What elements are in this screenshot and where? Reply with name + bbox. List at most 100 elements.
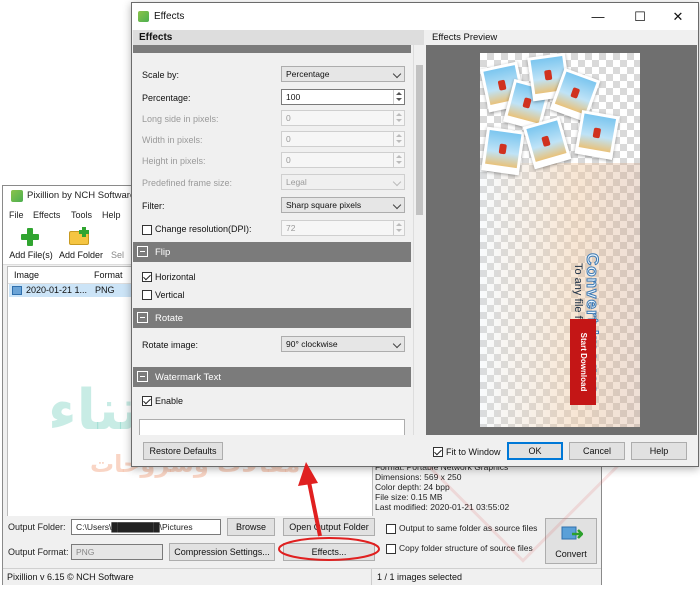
main-window-title: Pixillion by NCH Software xyxy=(27,190,136,201)
long-side-input[interactable]: 0 xyxy=(281,110,405,126)
same-folder-checkbox[interactable] xyxy=(386,524,396,534)
info-color-depth: Color depth: 24 bpp xyxy=(375,482,450,492)
watermark-enable-checkbox[interactable] xyxy=(142,396,152,406)
spin-arrows-icon[interactable] xyxy=(393,111,404,125)
output-folder-label: Output Folder: xyxy=(8,522,66,532)
toolbar-truncated-button[interactable]: Sel xyxy=(111,226,131,262)
minimize-icon[interactable]: — xyxy=(578,3,618,30)
scale-by-select[interactable]: Percentage xyxy=(281,66,405,82)
copy-structure-checkbox[interactable] xyxy=(386,544,396,554)
change-dpi-label: Change resolution(DPI): xyxy=(155,224,252,234)
collapse-icon[interactable] xyxy=(137,371,148,382)
spin-arrows-icon[interactable] xyxy=(393,90,404,104)
spin-arrows-icon[interactable] xyxy=(393,153,404,167)
add-files-button[interactable]: Add File(s) xyxy=(5,226,57,262)
settings-scrollbar[interactable] xyxy=(413,45,425,435)
add-folder-button[interactable]: Add Folder xyxy=(55,226,107,262)
fit-to-window-checkbox[interactable] xyxy=(433,447,443,457)
cancel-button[interactable]: Cancel xyxy=(569,442,625,460)
row-format: PNG xyxy=(95,285,115,295)
rotate-image-select[interactable]: 90° clockwise xyxy=(281,336,405,352)
preview-panel-title: Effects Preview xyxy=(432,32,498,43)
watermark-section-title: Watermark Text xyxy=(155,372,221,383)
menu-effects[interactable]: Effects xyxy=(33,210,60,220)
column-image[interactable]: Image xyxy=(14,270,39,280)
long-side-label: Long side in pixels: xyxy=(142,114,219,124)
convert-icon xyxy=(561,526,583,540)
effects-settings-panel: Scale by: Percentage Percentage: 100 Lon… xyxy=(133,45,413,435)
fit-to-window-label: Fit to Window xyxy=(446,447,501,457)
effects-panel-title: Effects xyxy=(139,32,173,43)
add-plus-icon xyxy=(21,228,39,246)
rotate-section-title: Rotate xyxy=(155,313,183,324)
rotate-image-label: Rotate image: xyxy=(142,340,199,350)
status-selection: 1 / 1 images selected xyxy=(377,572,463,582)
output-format-label: Output Format: xyxy=(8,547,69,557)
height-input[interactable]: 0 xyxy=(281,152,405,168)
effects-app-icon xyxy=(138,11,149,22)
resize-section-header[interactable] xyxy=(133,45,411,53)
flip-horizontal-checkbox[interactable] xyxy=(142,272,152,282)
long-side-value: 0 xyxy=(286,113,291,123)
chevron-down-icon xyxy=(392,200,402,210)
scale-by-label: Scale by: xyxy=(142,70,180,80)
flip-horizontal-label: Horizontal xyxy=(155,272,196,282)
menu-tools[interactable]: Tools xyxy=(71,210,92,220)
compression-settings-button[interactable]: Compression Settings... xyxy=(169,543,275,561)
flip-vertical-label: Vertical xyxy=(155,290,185,300)
spin-arrows-icon[interactable] xyxy=(393,132,404,146)
flip-section-header[interactable]: Flip xyxy=(133,242,411,262)
status-divider xyxy=(371,569,372,585)
effects-title: Effects xyxy=(154,11,185,22)
row-image-name: 2020-01-21 1... xyxy=(26,285,88,295)
rotate-section-header[interactable]: Rotate xyxy=(133,308,411,328)
menu-help[interactable]: Help xyxy=(102,210,121,220)
restore-defaults-button[interactable]: Restore Defaults xyxy=(143,442,223,460)
browse-button[interactable]: Browse xyxy=(227,518,275,536)
preview-download-label: Start Download xyxy=(579,332,588,392)
percentage-value: 100 xyxy=(286,92,301,102)
width-value: 0 xyxy=(286,134,291,144)
change-dpi-checkbox[interactable] xyxy=(142,225,152,235)
chevron-down-icon xyxy=(392,339,402,349)
output-folder-field[interactable]: C:\Users\████████\Pictures xyxy=(71,519,221,535)
close-icon[interactable]: ✕ xyxy=(658,3,698,30)
menu-file[interactable]: File xyxy=(9,210,24,220)
maximize-icon[interactable]: ☐ xyxy=(620,3,660,30)
effects-titlebar: Effects — ☐ ✕ xyxy=(132,3,698,30)
watermark-text-input[interactable] xyxy=(139,419,405,435)
filter-select[interactable]: Sharp square pixels xyxy=(281,197,405,213)
watermark-section-header[interactable]: Watermark Text xyxy=(133,367,411,387)
frame-size-label: Predefined frame size: xyxy=(142,178,233,188)
column-format[interactable]: Format xyxy=(94,270,123,280)
ok-button[interactable]: OK xyxy=(507,442,563,460)
settings-scrollbar-thumb[interactable] xyxy=(416,65,423,215)
filter-value: Sharp square pixels xyxy=(286,200,362,210)
dpi-input[interactable]: 72 xyxy=(281,220,405,236)
preview-photo xyxy=(481,126,525,176)
filter-label: Filter: xyxy=(142,201,165,211)
flip-section-title: Flip xyxy=(155,247,171,258)
preview-image: Convert Images To any file format you ne… xyxy=(480,53,640,427)
help-button[interactable]: Help xyxy=(631,442,687,460)
image-file-icon xyxy=(12,286,22,295)
toolbar-truncated-label: Sel xyxy=(111,250,125,260)
percentage-label: Percentage: xyxy=(142,93,191,103)
collapse-icon[interactable] xyxy=(137,312,148,323)
add-files-label: Add File(s) xyxy=(9,250,53,260)
percentage-input[interactable]: 100 xyxy=(281,89,405,105)
flip-vertical-checkbox[interactable] xyxy=(142,290,152,300)
width-input[interactable]: 0 xyxy=(281,131,405,147)
frame-size-value: Legal xyxy=(286,177,307,187)
frame-size-select[interactable]: Legal xyxy=(281,174,405,190)
preview-background xyxy=(480,163,640,427)
collapse-icon[interactable] xyxy=(137,246,148,257)
height-value: 0 xyxy=(286,155,291,165)
preview-photo xyxy=(522,116,572,170)
effects-button[interactable]: Effects... xyxy=(283,543,375,561)
info-file-size: File size: 0.15 MB xyxy=(375,492,443,502)
open-output-folder-button[interactable]: Open Output Folder xyxy=(283,518,375,536)
output-format-select[interactable]: PNG xyxy=(71,544,163,560)
dpi-value: 72 xyxy=(286,223,296,233)
spin-arrows-icon[interactable] xyxy=(393,221,404,235)
